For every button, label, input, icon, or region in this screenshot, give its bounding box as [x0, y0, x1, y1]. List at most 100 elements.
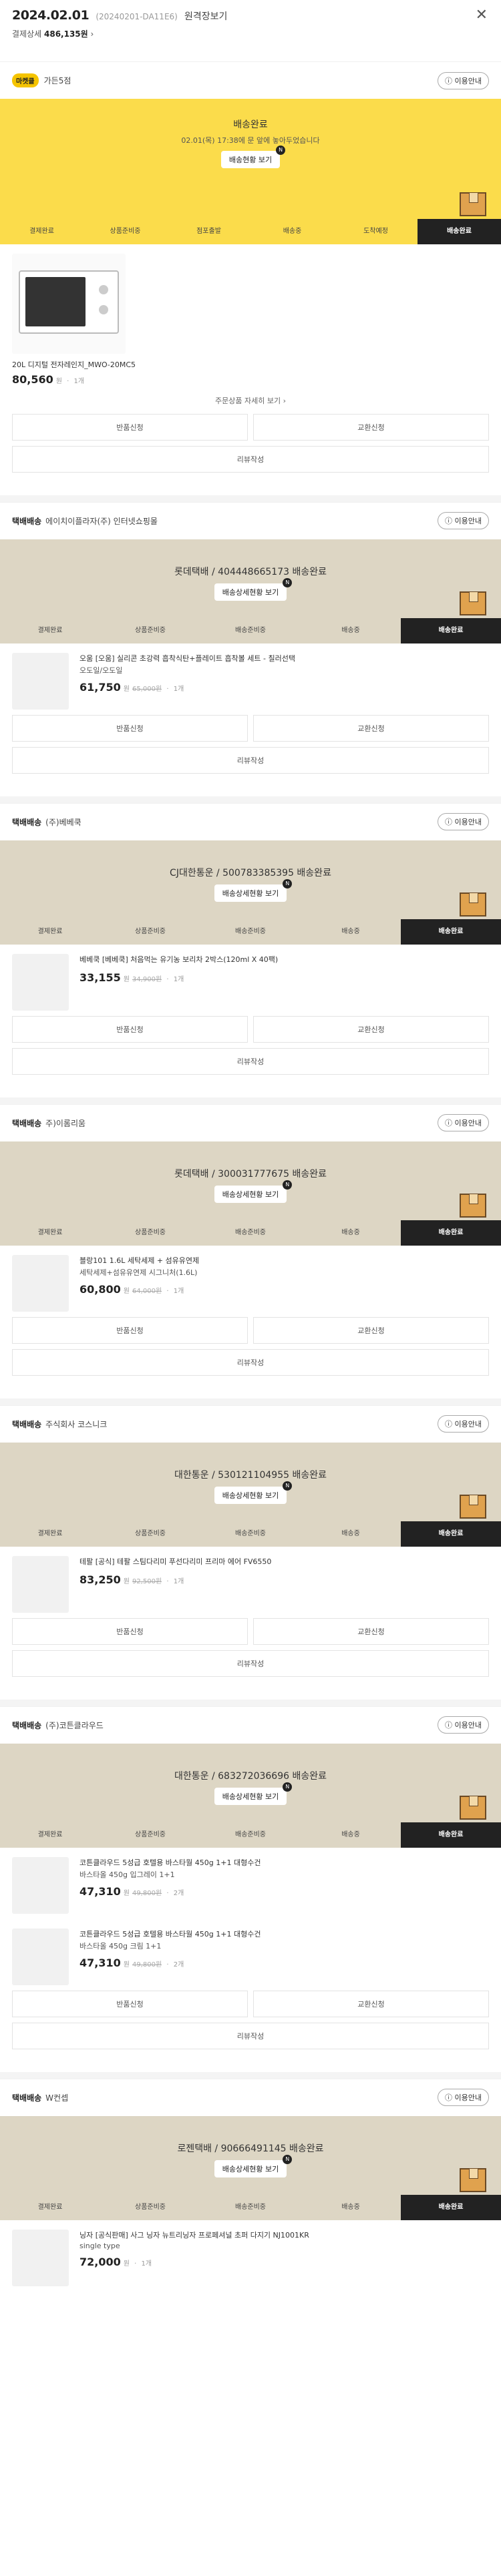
exchange-button[interactable]: 교환신청 — [253, 714, 489, 742]
return-button[interactable]: 반품신청 — [12, 1990, 248, 2017]
product-thumbnail[interactable] — [12, 1555, 69, 1613]
item-option: 세탁세제+섬유유연제 시그니처(1.6L) — [79, 1268, 198, 1278]
delivery-track-label: 배송상세현황 보기 — [222, 1491, 279, 1500]
item-info: 코튼클라우드 5성급 호텔용 바스타월 450g 1+1 대형수건 바스타올 45… — [79, 1857, 489, 1914]
return-button[interactable]: 반품신청 — [12, 413, 248, 441]
order-item[interactable]: 코튼클라우드 5성급 호텔용 바스타월 450g 1+1 대형수건 바스타올 45… — [0, 1919, 501, 1991]
progress-step: 배송준비중 — [235, 2203, 266, 2211]
order-item[interactable]: 코튼클라우드 5성급 호텔용 바스타월 450g 1+1 대형수건 바스타올 45… — [0, 1848, 501, 1919]
item-detail-link[interactable]: 주문상품 자세히 보기 › — [0, 395, 501, 406]
inquiry-button[interactable]: ⓘ 이용안내 — [438, 512, 489, 530]
delivery-banner: 로젠택배 / 90666491145 배송완료 배송상세현황 보기 N — [0, 2115, 501, 2195]
action-buttons: 반품신청 교환신청리뷰작성 — [0, 413, 501, 495]
progress-step: 배송준비중 — [235, 1529, 266, 1537]
exchange-button[interactable]: 교환신청 — [253, 1015, 489, 1043]
inquiry-button[interactable]: ⓘ 이용안내 — [438, 2089, 489, 2107]
original-price: 49,800원 — [132, 1890, 162, 1898]
product-thumbnail[interactable] — [12, 2229, 69, 2286]
action-buttons: 반품신청 교환신청리뷰작성 — [0, 1617, 501, 1700]
review-button[interactable]: 리뷰작성 — [12, 2022, 489, 2049]
item-price: 61,750 — [79, 681, 121, 694]
box-icon — [460, 892, 486, 917]
item-price: 60,800 — [79, 1283, 121, 1296]
item-price-row: 60,800 원 64,000원 · 1개 — [79, 1283, 184, 1296]
inquiry-button[interactable]: ⓘ 이용안내 — [438, 1114, 489, 1132]
delivery-track-label: 배송상세현황 보기 — [222, 1190, 279, 1199]
order-item[interactable]: 닝자 [공식판매] 사그 닝자 뉴트리닝자 프로페셔널 초퍼 다지기 NJ100… — [0, 2220, 501, 2292]
progress-step: 상품준비중 — [110, 228, 141, 235]
return-button[interactable]: 반품신청 — [12, 714, 248, 742]
item-option: 오도일/오도일 — [79, 666, 123, 676]
delivery-track-button[interactable]: 배송상세현황 보기 N — [214, 2154, 293, 2177]
seller-row: 마켓클 가든5점 ⓘ 이용안내 — [0, 61, 501, 99]
product-thumbnail[interactable] — [12, 254, 126, 354]
delivery-track-button[interactable]: 배송상세현황 보기 N — [214, 577, 293, 601]
order-item[interactable]: 테팔 [공식] 테팔 스팀다리미 푸선다리미 프리마 에어 FV6550 83,2… — [0, 1547, 501, 1618]
delivery-track-button[interactable]: 배송상세현황 보기 N — [214, 1180, 293, 1203]
seller-row: 택배배송 주)이롬리움 ⓘ 이용안내 — [0, 1103, 501, 1141]
box-icon — [460, 591, 486, 615]
product-thumbnail[interactable] — [12, 953, 69, 1011]
product-thumbnail[interactable] — [12, 1254, 69, 1312]
price-unit: 원 — [123, 686, 130, 694]
return-button[interactable]: 반품신청 — [12, 1015, 248, 1043]
item-info: 블랑101 1.6L 세탁세제 + 섬유유연제 세탁세제+섬유유연제 시그니처(1… — [79, 1255, 489, 1312]
order-item[interactable]: 베베쿡 [베베쿡] 처음먹는 유기농 보리차 2박스(120ml X 40팩) 3… — [0, 945, 501, 1016]
item-name: 코튼클라우드 5성급 호텔용 바스타월 450g 1+1 대형수건 — [79, 1929, 261, 1939]
inquiry-button[interactable]: ⓘ 이용안내 — [438, 1415, 489, 1433]
delivery-track-button[interactable]: 배송상세현황 보기 N — [214, 1481, 293, 1504]
progress-step: 배송중 — [283, 228, 302, 235]
return-button[interactable]: 반품신청 — [12, 1617, 248, 1645]
delivery-banner: 대한통운 / 683272036696 배송완료 배송상세현황 보기 N — [0, 1743, 501, 1822]
delivery-status: 대한통운 / 530121104955 배송완료 — [174, 1469, 327, 1481]
product-thumbnail[interactable] — [12, 1856, 69, 1914]
progress-step: 결제완료 — [37, 1529, 63, 1537]
progress-step: 점포출발 — [196, 228, 221, 235]
item-name: 테팔 [공식] 테팔 스팀다리미 푸선다리미 프리마 에어 FV6550 — [79, 1557, 272, 1566]
progress-step: 상품준비중 — [135, 1228, 166, 1236]
progress-step: 배송준비중 — [235, 1830, 266, 1838]
price-unit: 원 — [55, 377, 62, 385]
order-item[interactable]: 오움 [오움] 실리콘 초강력 흡착식탄+플레이트 흡착볼 세트 - 칠러선택 오… — [0, 643, 501, 715]
notification-dot: N — [283, 1782, 293, 1792]
item-price: 83,250 — [79, 1573, 121, 1587]
delivery-banner: CJ대한통운 / 500783385395 배송완료 배송상세현황 보기 N — [0, 840, 501, 919]
delivery-track-label: 배송상세현황 보기 — [222, 2164, 279, 2173]
inquiry-label: 이용안내 — [454, 1119, 482, 1128]
progress-steps: 결제완료 상품준비중 배송준비중 배송중 배송완료 — [0, 1220, 501, 1246]
review-button[interactable]: 리뷰작성 — [12, 1649, 489, 1677]
close-icon[interactable]: ✕ — [476, 7, 488, 23]
progress-step: 배송중 — [341, 2203, 360, 2211]
review-button[interactable]: 리뷰작성 — [12, 746, 489, 774]
review-button[interactable]: 리뷰작성 — [12, 445, 489, 473]
item-qty: 1개 — [73, 377, 85, 385]
review-button[interactable]: 리뷰작성 — [12, 1047, 489, 1075]
inquiry-button[interactable]: ⓘ 이용안내 — [438, 1716, 489, 1734]
delivery-track-button[interactable]: 배송상세현황 보기 N — [214, 878, 293, 902]
delivery-type: 택배배송 — [12, 1419, 42, 1429]
exchange-button[interactable]: 교환신청 — [253, 1990, 489, 2017]
order-item[interactable]: 20L 디지털 전자레인지_MWO-20MC580,560원 · 1개 — [0, 244, 501, 359]
delivery-track-button[interactable]: 배송현황 보기 N — [220, 146, 286, 168]
delivery-track-label: 배송현황 보기 — [228, 156, 273, 164]
exchange-button[interactable]: 교환신청 — [253, 1617, 489, 1645]
exchange-button[interactable]: 교환신청 — [253, 413, 489, 441]
order-item[interactable]: 블랑101 1.6L 세탁세제 + 섬유유연제 세탁세제+섬유유연제 시그니처(1… — [0, 1246, 501, 1317]
item-qty: 1개 — [173, 1578, 184, 1586]
return-button[interactable]: 반품신청 — [12, 1316, 248, 1344]
delivery-track-button[interactable]: 배송상세현황 보기 N — [214, 1782, 293, 1805]
product-thumbnail[interactable] — [12, 652, 69, 710]
review-button[interactable]: 리뷰작성 — [12, 1348, 489, 1376]
exchange-button[interactable]: 교환신청 — [253, 1316, 489, 1344]
product-thumbnail[interactable] — [12, 1928, 69, 1985]
inquiry-button[interactable]: ⓘ 이용안내 — [438, 813, 489, 831]
progress-step: 상품준비중 — [135, 1529, 166, 1537]
seller-row: 택배배송 W컨셉 ⓘ 이용안내 — [0, 2078, 501, 2116]
progress-step: 배송완료 — [401, 1822, 501, 1848]
inquiry-button[interactable]: ⓘ 이용안내 — [438, 71, 489, 89]
payment-detail-link[interactable]: 결제상세 486,135원 › — [12, 28, 489, 39]
seller-group: 택배배송 주식회사 코스니크 ⓘ 이용안내 대한통운 / 530121104955 배… — [0, 1404, 501, 1706]
delivery-status: 배송완료 — [233, 119, 268, 130]
item-qty: 2개 — [173, 1961, 184, 1969]
price-unit: 원 — [123, 1961, 130, 1969]
